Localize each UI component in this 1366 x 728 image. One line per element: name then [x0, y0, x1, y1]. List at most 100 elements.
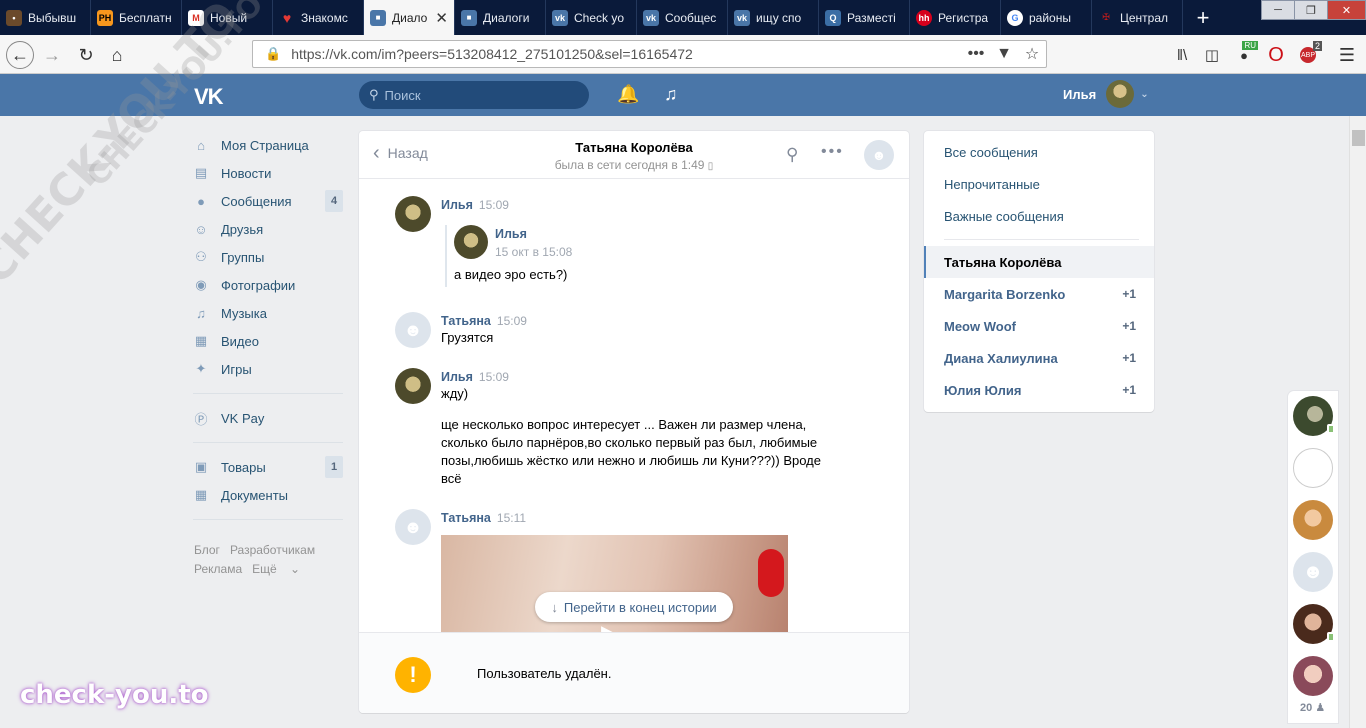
conversation-item[interactable]: Татьяна Королёва: [924, 246, 1154, 278]
message-avatar[interactable]: [395, 368, 431, 404]
messages-icon: ●: [197, 193, 205, 209]
dialog-search-icon[interactable]: ⚲: [786, 145, 798, 165]
browser-tab-label: Бесплатн: [119, 10, 172, 25]
conversation-name: Юлия Юлия: [944, 382, 1022, 398]
browser-tab-label: Диало: [392, 10, 428, 25]
nav-divider: [193, 393, 343, 394]
browser-tab[interactable]: PH Бесплатн: [91, 0, 182, 35]
nav-item[interactable]: ⌂ Моя Страница: [193, 131, 343, 159]
forwarded-author[interactable]: Илья: [495, 227, 527, 241]
nav-item-docs[interactable]: ▦ Документы: [193, 481, 343, 509]
footer-link-blog[interactable]: Блог: [194, 543, 220, 557]
watermark-brand: check-you.to: [20, 680, 209, 710]
music-icon: ♫: [196, 305, 206, 321]
sidebar-icon[interactable]: ◫: [1198, 41, 1226, 69]
conversation-name: Meow Woof: [944, 318, 1016, 334]
music-player-icon[interactable]: ♫: [664, 84, 678, 105]
home-icon[interactable]: ⌂: [103, 41, 131, 69]
friend-avatar[interactable]: [1293, 656, 1333, 696]
nav-item[interactable]: ✦ Игры: [193, 355, 343, 383]
forwarded-text: а видео эро есть?): [454, 267, 568, 282]
library-icon[interactable]: ‖\: [1168, 41, 1196, 69]
page-scrollbar[interactable]: [1349, 116, 1366, 728]
home-icon: ⌂: [197, 137, 205, 153]
maximize-button[interactable]: ❐: [1294, 0, 1328, 20]
friend-avatar[interactable]: [1293, 500, 1333, 540]
reload-icon[interactable]: ↻: [72, 41, 100, 69]
browser-tab[interactable]: • Выбывш: [0, 0, 91, 35]
filter-all-messages[interactable]: Все сообщения: [944, 145, 1038, 160]
browser-tab[interactable]: Q Разместі: [819, 0, 910, 35]
nav-item[interactable]: ▤ Новости: [193, 159, 343, 187]
vk-header: VK ⚲ Поиск 🔔 ♫ Илья ⌄: [0, 74, 1366, 116]
browser-tab[interactable]: ✠ Централ: [1092, 0, 1183, 35]
browser-tab[interactable]: vk Check yo: [546, 0, 637, 35]
back-arrow-icon[interactable]: ←: [6, 41, 34, 69]
friend-avatar[interactable]: ☻: [1293, 552, 1333, 592]
search-input[interactable]: ⚲ Поиск: [359, 81, 589, 109]
conversations-panel: Все сообщения Непрочитанные Важные сообщ…: [924, 131, 1154, 412]
conversation-item[interactable]: Margarita Borzenko +1: [924, 278, 1154, 310]
bookmark-star-icon[interactable]: ☆: [1018, 44, 1046, 64]
page-actions-icon[interactable]: •••: [962, 45, 990, 63]
translate-extension-icon[interactable]: RU ●: [1230, 41, 1258, 69]
games-icon: ✦: [195, 361, 207, 376]
nav-item[interactable]: ⚇ Группы: [193, 243, 343, 271]
notifications-bell-icon[interactable]: 🔔: [617, 84, 639, 105]
scrollbar-thumb[interactable]: [1352, 130, 1365, 146]
filter-important[interactable]: Важные сообщения: [944, 209, 1064, 224]
filter-unread[interactable]: Непрочитанные: [944, 177, 1040, 192]
conversation-item[interactable]: Диана Халиулина +1: [924, 342, 1154, 374]
friend-avatar[interactable]: [1293, 448, 1333, 488]
url-bar[interactable]: 🔒 https://vk.com/im?peers=513208412_2751…: [252, 40, 1047, 68]
menu-icon[interactable]: ☰: [1333, 41, 1361, 69]
warning-icon: !: [395, 657, 431, 693]
friends-count[interactable]: 20 ♟: [1300, 701, 1325, 714]
footer-link-more[interactable]: Ещё ⌄: [252, 562, 300, 576]
mail-icon: M: [188, 9, 204, 26]
browser-tab[interactable]: hh Регистра: [910, 0, 1001, 35]
nav-item[interactable]: ♫ Музыка: [193, 299, 343, 327]
message-avatar[interactable]: ☻: [395, 312, 431, 348]
nav-item[interactable]: ◉ Фотографии: [193, 271, 343, 299]
new-tab-button[interactable]: +: [1183, 0, 1223, 35]
browser-tab[interactable]: ♥ Знакомс: [273, 0, 364, 35]
footer-link-dev[interactable]: Разработчикам: [230, 543, 315, 557]
browser-tab[interactable]: ■ Диалоги: [455, 0, 546, 35]
vk-chat-icon: ■: [370, 9, 386, 26]
footer-link-ads[interactable]: Реклама: [194, 562, 242, 576]
forward-arrow-icon[interactable]: →: [38, 41, 66, 69]
pocket-icon[interactable]: ▼: [990, 45, 1018, 63]
contact-avatar[interactable]: ☻: [864, 140, 894, 170]
close-window-button[interactable]: ✕: [1327, 0, 1366, 20]
adblock-icon[interactable]: ABP 2: [1294, 41, 1322, 69]
forwarded-date[interactable]: 15 окт в 15:08: [495, 245, 572, 259]
opera-icon[interactable]: O: [1262, 41, 1290, 69]
more-actions-icon[interactable]: •••: [821, 143, 844, 161]
scroll-to-end-button[interactable]: ↓ Перейти в конец истории: [535, 592, 733, 622]
friend-avatar[interactable]: [1293, 604, 1335, 644]
conversation-item[interactable]: Meow Woof +1: [924, 310, 1154, 342]
browser-tab-label: Централ: [1120, 10, 1169, 25]
browser-tab[interactable]: vk Сообщес: [637, 0, 728, 35]
nav-item[interactable]: ● Сообщения 4: [193, 187, 343, 215]
minimize-button[interactable]: ─: [1261, 0, 1295, 20]
nav-item[interactable]: ▦ Видео: [193, 327, 343, 355]
browser-tab[interactable]: M Новый: [182, 0, 273, 35]
nav-item[interactable]: ☺ Друзья: [193, 215, 343, 243]
browser-tab[interactable]: Gрайоны: [1001, 0, 1092, 35]
message-text: Грузятся: [441, 330, 494, 345]
nav-item-goods[interactable]: ▣ Товары 1: [193, 453, 343, 481]
nav-item-vkpay[interactable]: Ⓟ VK Pay: [193, 404, 343, 432]
friend-avatar[interactable]: [1293, 396, 1335, 436]
browser-tab-bar: • Выбывш PH Бесплатн M Новый ♥ Знакомс ■ Диало ✕ ■ Д…: [0, 0, 1366, 35]
browser-tab[interactable]: ■ Диало ✕: [364, 0, 455, 35]
conversation-item[interactable]: Юлия Юлия +1: [924, 374, 1154, 406]
tab-close-icon[interactable]: ✕: [435, 9, 448, 27]
message-avatar[interactable]: [395, 196, 431, 232]
vk-logo[interactable]: VK: [194, 84, 224, 110]
browser-tab[interactable]: vk ищу спо: [728, 0, 819, 35]
user-menu[interactable]: Илья ⌄: [1063, 80, 1149, 108]
message-avatar[interactable]: ☻: [395, 509, 431, 545]
browser-tab-label: районы: [1029, 10, 1071, 25]
